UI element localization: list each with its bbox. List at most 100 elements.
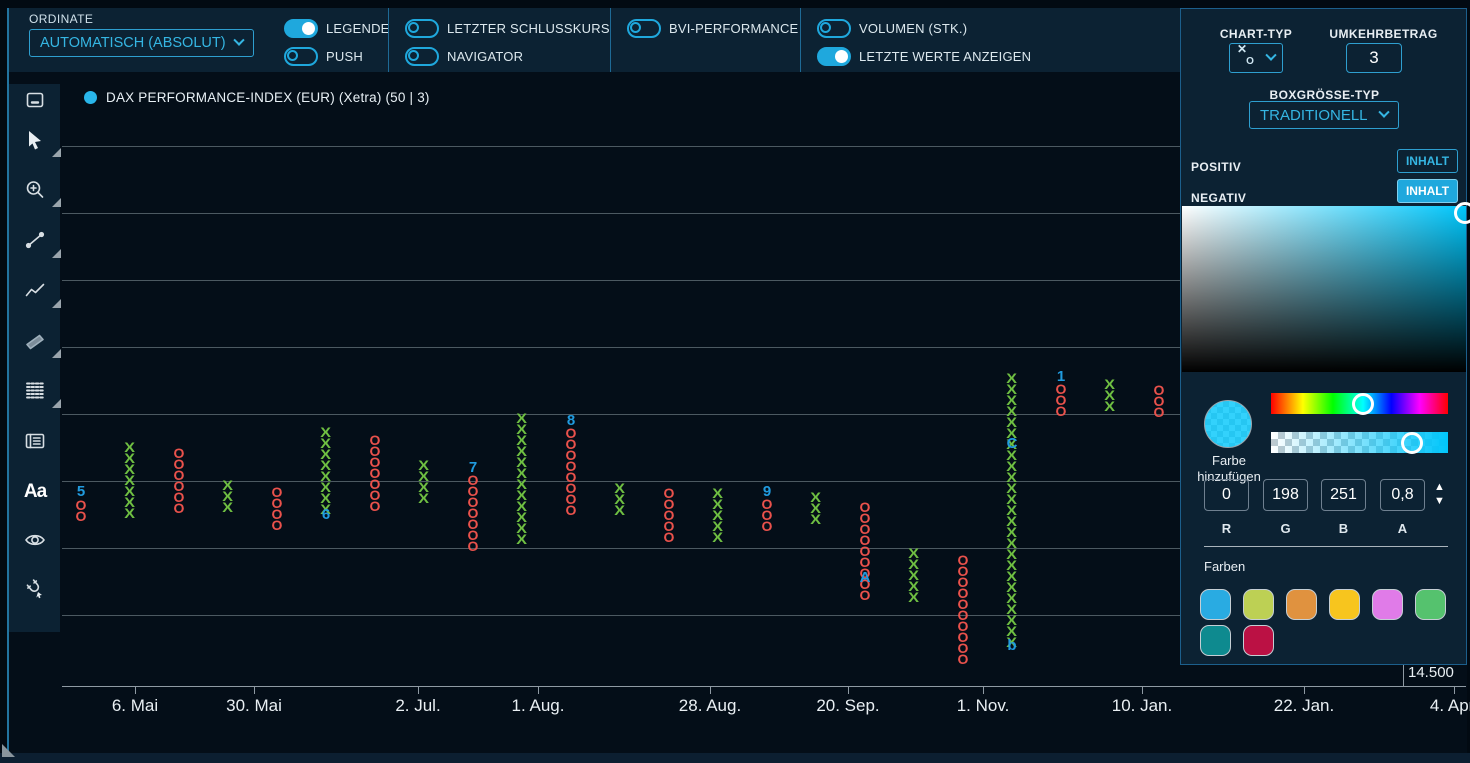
color-swatch[interactable]: [1286, 589, 1317, 620]
color-swatch[interactable]: [1372, 589, 1403, 620]
trendline-tool[interactable]: [17, 224, 53, 260]
bottom-bar: [0, 753, 1470, 763]
saturation-selector[interactable]: [1454, 202, 1470, 224]
blue-input[interactable]: 251: [1321, 479, 1366, 511]
x-axis-tick-label: 22. Jan.: [1259, 696, 1349, 716]
x-axis-tick: [710, 686, 711, 694]
positiv-label: POSITIV: [1191, 160, 1241, 174]
alpha-selector[interactable]: [1401, 432, 1423, 454]
x-axis-tick: [254, 686, 255, 694]
toggle-label: NAVIGATOR: [447, 49, 523, 64]
x-axis-tick-label: 6. Mai: [90, 696, 180, 716]
toggle-push[interactable]: [284, 47, 318, 66]
red-input[interactable]: 0: [1204, 479, 1249, 511]
x-axis-tick: [1142, 686, 1143, 694]
text-tool[interactable]: Aa: [17, 474, 53, 510]
toggle-knob: [835, 50, 848, 63]
alpha-input[interactable]: 0,8: [1380, 479, 1425, 511]
flyout-indicator: [52, 349, 61, 358]
x-axis-tick: [1454, 686, 1455, 694]
color-swatch[interactable]: [1329, 589, 1360, 620]
boxgroesse-dropdown[interactable]: TRADITIONELL: [1249, 101, 1399, 129]
x-axis-tick-label: 28. Aug.: [665, 696, 755, 716]
step-up-icon[interactable]: ▲: [1434, 482, 1445, 492]
color-swatch[interactable]: [1243, 589, 1274, 620]
chart-typ-label: CHART-TYP: [1201, 27, 1311, 41]
color-swatch[interactable]: [1415, 589, 1446, 620]
toggle-volumen-stk[interactable]: [817, 19, 851, 38]
collapse-panel-button[interactable]: [17, 84, 53, 120]
month-marker: 7: [465, 462, 481, 473]
fibonacci-grid-icon: [24, 379, 46, 406]
toggle-letzte-werte-anzeigen[interactable]: [817, 47, 851, 66]
app-window: DAX PERFORMANCE-INDEX (EUR) (Xetra) (50 …: [0, 0, 1470, 763]
toggle-knob: [408, 22, 419, 33]
umkehrbetrag-input[interactable]: 3: [1346, 43, 1402, 73]
toggle-bvi-performance[interactable]: [627, 19, 661, 38]
x-axis-line: [62, 686, 1466, 687]
ordinate-dropdown[interactable]: AUTOMATISCH (ABSOLUT): [29, 29, 254, 57]
toggle-knob: [408, 50, 419, 61]
cursor-tool[interactable]: [17, 124, 53, 160]
chevron-down-icon: [1265, 50, 1276, 61]
visibility-tool[interactable]: [17, 524, 53, 560]
chevron-down-icon: [233, 35, 244, 46]
toggle-row: LETZTER SCHLUSSKURS: [405, 14, 610, 42]
collapse-panel-icon: [24, 89, 46, 116]
toggle-legende[interactable]: [284, 19, 318, 38]
x-axis-tick-label: 4. Apr.: [1409, 696, 1470, 716]
ordinate-section: ORDINATE AUTOMATISCH (ABSOLUT): [9, 8, 268, 72]
channel-tool[interactable]: [17, 325, 53, 361]
toggle-group: LETZTER SCHLUSSKURS NAVIGATOR: [388, 8, 610, 72]
month-marker: b: [1004, 640, 1020, 651]
month-marker: 8: [563, 415, 579, 426]
toggle-row: LEGENDE: [284, 14, 388, 42]
toggle-label: LETZTER SCHLUSSKURS: [447, 21, 610, 36]
pf-column: XXXXXXXXXXXXXXXXXXXXXXXXX: [1003, 373, 1021, 648]
month-marker: 1: [1053, 371, 1069, 382]
magnet-tool[interactable]: [17, 572, 53, 608]
pf-column: OOOOOOO: [366, 435, 384, 512]
x-axis-tick: [848, 686, 849, 694]
magnet-icon: [24, 577, 46, 604]
pf-column: XXXXXXX: [121, 442, 139, 519]
divider: [1204, 546, 1448, 547]
inhalt-negativ-button[interactable]: INHALT: [1397, 179, 1458, 203]
news-tool[interactable]: [17, 425, 53, 461]
toggle-row: BVI-PERFORMANCE: [627, 14, 800, 42]
window-edge-highlight: [7, 8, 9, 757]
toggle-letzter-schlusskurs[interactable]: [405, 19, 439, 38]
pf-column: OOOOOOOO: [562, 428, 580, 516]
zoom-tool[interactable]: [17, 174, 53, 210]
toggle-row: NAVIGATOR: [405, 42, 610, 70]
tool-sidebar: Aa: [9, 84, 60, 632]
alpha-label: A: [1380, 521, 1425, 536]
fibonacci-grid-tool[interactable]: [17, 374, 53, 410]
add-color-button[interactable]: [1204, 400, 1252, 448]
hue-selector[interactable]: [1352, 393, 1374, 415]
x-axis-tick: [135, 686, 136, 694]
toggle-knob: [287, 50, 298, 61]
chart-typ-dropdown[interactable]: ✕O: [1229, 43, 1283, 73]
color-swatch[interactable]: [1200, 625, 1231, 656]
red-label: R: [1204, 521, 1249, 536]
green-input[interactable]: 198: [1263, 479, 1308, 511]
toggle-navigator[interactable]: [405, 47, 439, 66]
toggle-groups: LEGENDEPUSHLETZTER SCHLUSSKURSNAVIGATORB…: [268, 8, 1180, 72]
saturation-picker[interactable]: [1182, 206, 1466, 372]
inhalt-positiv-button[interactable]: INHALT: [1397, 149, 1458, 173]
color-swatch[interactable]: [1243, 625, 1274, 656]
toggle-knob: [820, 22, 831, 33]
x-axis-tick: [418, 686, 419, 694]
zigzag-tool[interactable]: [17, 275, 53, 311]
zoom-in-icon: [24, 179, 46, 206]
step-down-icon[interactable]: ▼: [1434, 496, 1445, 506]
x-axis-tick-label: 1. Aug.: [493, 696, 583, 716]
x-axis-tick-label: 30. Mai: [209, 696, 299, 716]
toggle-label: LETZTE WERTE ANZEIGEN: [859, 49, 1031, 64]
color-swatch[interactable]: [1200, 589, 1231, 620]
text-tool-icon: Aa: [24, 481, 46, 503]
toggle-group: VOLUMEN (STK.)LETZTE WERTE ANZEIGEN: [800, 8, 1180, 72]
cursor-icon: [24, 129, 46, 156]
flyout-indicator: [52, 299, 61, 308]
